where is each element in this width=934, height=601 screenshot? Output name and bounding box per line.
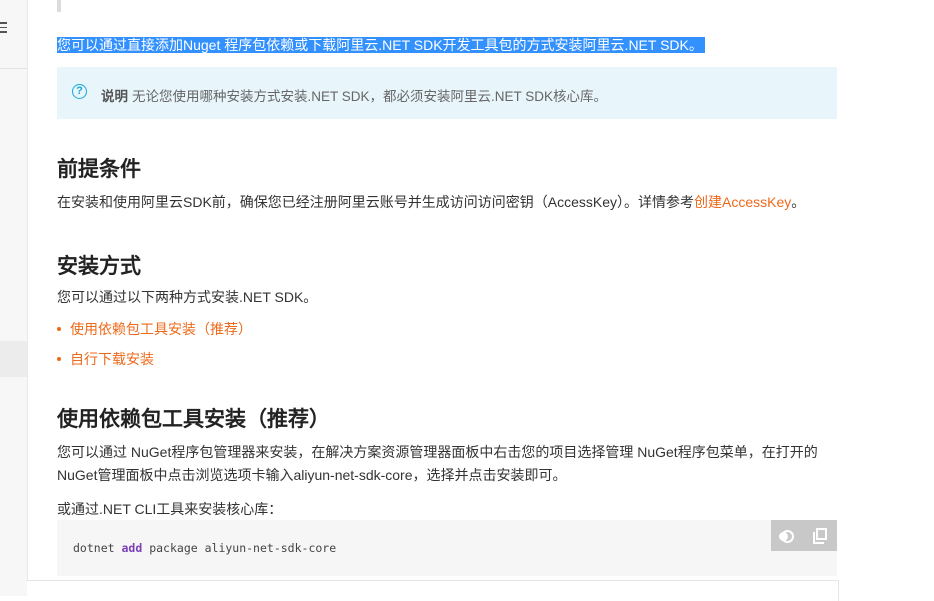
code-line[interactable]: dotnet add package aliyun-net-sdk-core: [73, 541, 336, 555]
manual-download-link[interactable]: 自行下载安装: [70, 351, 154, 367]
hamburger-menu-icon[interactable]: [0, 22, 10, 36]
install-option-item[interactable]: 使用依赖包工具安装（推荐）: [57, 319, 252, 339]
note-body: 无论您使用哪种安装方式安装.NET SDK，都必须安装阿里云.NET SDK核心…: [132, 89, 608, 104]
cli-intro-text: 或通过.NET CLI工具来安装核心库：: [57, 501, 283, 517]
code-toolbar: [771, 520, 837, 551]
bottom-panel: [27, 580, 839, 601]
theme-toggle-icon[interactable]: [778, 527, 797, 545]
code-block: dotnet add package aliyun-net-sdk-core: [57, 520, 837, 576]
package-tool-text-line2: NuGet管理面板中点击浏览选项卡输入aliyun-net-sdk-core，选…: [57, 467, 567, 483]
question-circle-icon: ?: [72, 84, 87, 99]
note-text: 说明 无论您使用哪种安装方式安装.NET SDK，都必须安装阿里云.NET SDK…: [101, 85, 607, 105]
copy-icon[interactable]: [812, 527, 830, 545]
prerequisites-heading: 前提条件: [57, 158, 141, 181]
install-intro-text: 您可以通过以下两种方式安装.NET SDK。: [57, 289, 318, 305]
create-accesskey-link[interactable]: 创建AccessKey: [694, 194, 791, 210]
package-tool-heading: 使用依赖包工具安装（推荐）: [57, 408, 330, 431]
prerequisites-text: 在安装和使用阿里云SDK前，确保您已经注册阿里云账号并生成访问访问密钥（Acce…: [57, 194, 806, 210]
sidebar-divider: [0, 68, 27, 69]
install-option-item[interactable]: 自行下载安装: [57, 349, 154, 369]
note-box: ? 说明 无论您使用哪种安装方式安装.NET SDK，都必须安装阿里云.NET S…: [57, 67, 837, 119]
sidebar-active-item[interactable]: [0, 341, 27, 377]
left-sidebar-rail: [0, 0, 28, 596]
selected-intro-text: 您可以通过直接添加Nuget 程序包依赖或下载阿里云.NET SDK开发工具包的…: [57, 37, 705, 53]
package-tool-text-line1: 您可以通过 NuGet程序包管理器来安装，在解决方案资源管理器面板中右击您的项目…: [57, 444, 818, 460]
note-label: 说明: [101, 89, 128, 104]
package-tool-link[interactable]: 使用依赖包工具安装（推荐）: [70, 321, 252, 337]
install-methods-heading: 安装方式: [57, 255, 141, 278]
blockquote-bar: [57, 0, 61, 12]
